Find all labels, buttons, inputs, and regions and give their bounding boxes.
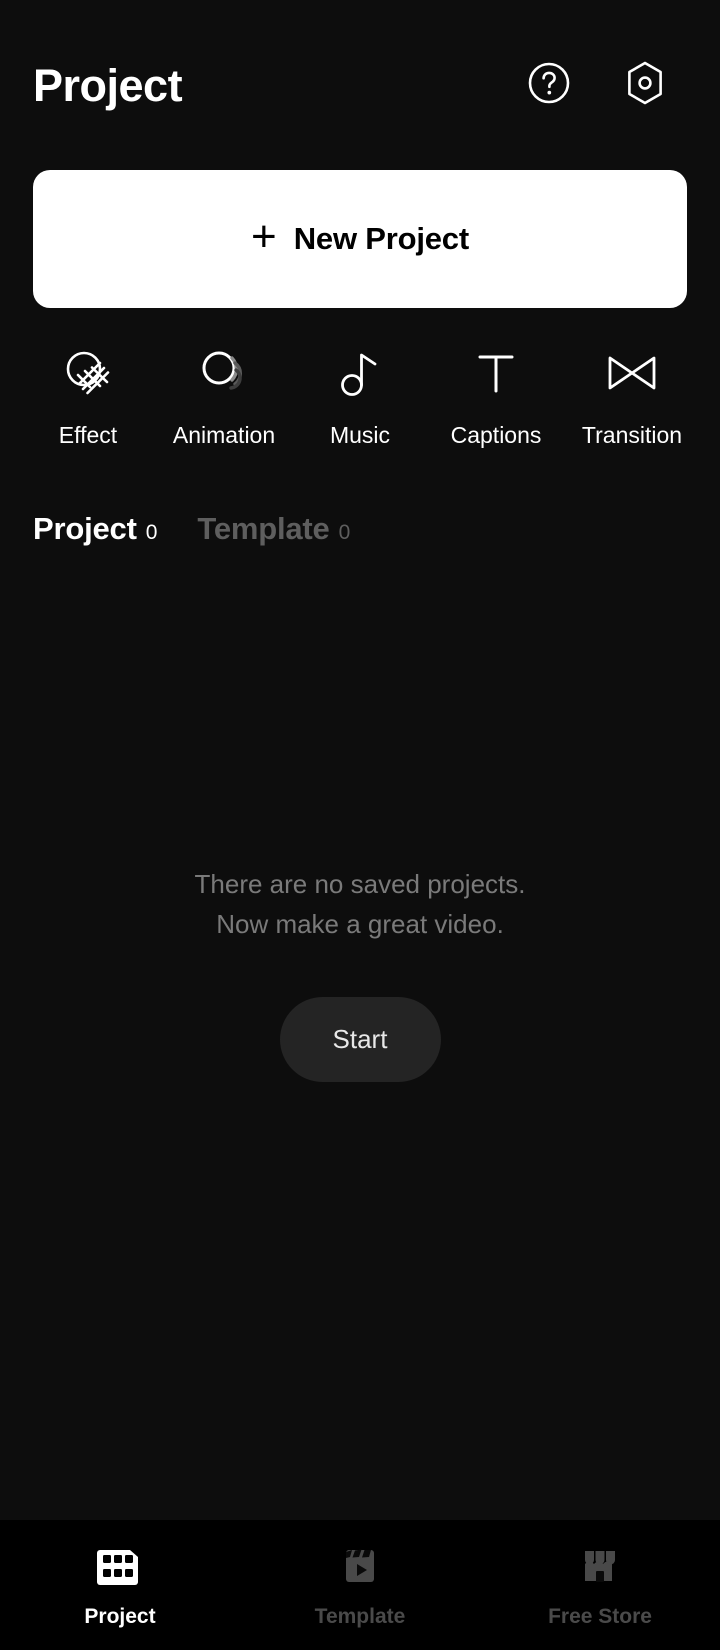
storefront-icon bbox=[578, 1541, 622, 1591]
new-project-label: New Project bbox=[293, 221, 469, 256]
tab-template[interactable]: Template 0 bbox=[197, 511, 350, 547]
help-button[interactable] bbox=[526, 62, 572, 108]
animation-motion-circle-icon bbox=[195, 344, 253, 402]
nav-label: Project bbox=[84, 1605, 156, 1628]
nav-item-template[interactable]: Template bbox=[240, 1541, 480, 1629]
feature-label: Animation bbox=[172, 422, 276, 448]
feature-transition[interactable]: Transition bbox=[577, 344, 687, 449]
start-button-label: Start bbox=[332, 1023, 388, 1054]
feature-label: Transition bbox=[581, 422, 683, 448]
nav-label: Free Store bbox=[548, 1605, 652, 1628]
music-note-icon bbox=[331, 344, 389, 402]
tab-count: 0 bbox=[145, 521, 158, 544]
film-strip-icon bbox=[96, 1541, 144, 1591]
tab-count: 0 bbox=[338, 521, 351, 544]
nav-label: Template bbox=[314, 1605, 406, 1628]
feature-music[interactable]: Music bbox=[305, 344, 415, 449]
clapperboard-icon bbox=[338, 1541, 382, 1591]
tab-label: Template bbox=[197, 511, 330, 546]
hexagon-settings-icon bbox=[622, 60, 668, 111]
header-actions bbox=[526, 60, 668, 111]
empty-state-line-2: Now make a great video. bbox=[216, 909, 504, 939]
new-project-button[interactable]: + New Project bbox=[33, 170, 687, 308]
feature-label: Effect bbox=[58, 422, 118, 448]
feature-captions[interactable]: Captions bbox=[441, 344, 551, 449]
app-screen: Project + New Project Effect Animation M… bbox=[0, 0, 720, 1650]
bottom-navigation: Project Template Free Store bbox=[0, 1520, 720, 1650]
settings-button[interactable] bbox=[622, 60, 668, 111]
help-circle-icon bbox=[527, 61, 571, 110]
empty-state-line-1: There are no saved projects. bbox=[194, 869, 526, 900]
tab-project[interactable]: Project 0 bbox=[33, 511, 157, 547]
empty-state: There are no saved projects. Now make a … bbox=[0, 547, 720, 1520]
start-button[interactable]: Start bbox=[279, 996, 441, 1082]
captions-text-t-icon bbox=[467, 344, 525, 402]
nav-item-project[interactable]: Project bbox=[0, 1541, 240, 1629]
transition-bowtie-icon bbox=[603, 344, 661, 402]
feature-animation[interactable]: Animation bbox=[169, 344, 279, 449]
tab-label: Project bbox=[33, 511, 137, 546]
page-title: Project bbox=[33, 59, 183, 111]
effect-hatched-circle-icon bbox=[59, 344, 117, 402]
feature-label: Music bbox=[329, 422, 391, 448]
feature-shortcuts: Effect Animation Music Captions Transiti… bbox=[0, 308, 720, 449]
feature-label: Captions bbox=[450, 422, 542, 448]
header: Project bbox=[0, 0, 720, 170]
plus-icon: + bbox=[251, 212, 277, 261]
nav-item-free-store[interactable]: Free Store bbox=[480, 1541, 720, 1629]
feature-effect[interactable]: Effect bbox=[33, 344, 143, 449]
content-tabs: Project 0 Template 0 bbox=[0, 449, 720, 547]
